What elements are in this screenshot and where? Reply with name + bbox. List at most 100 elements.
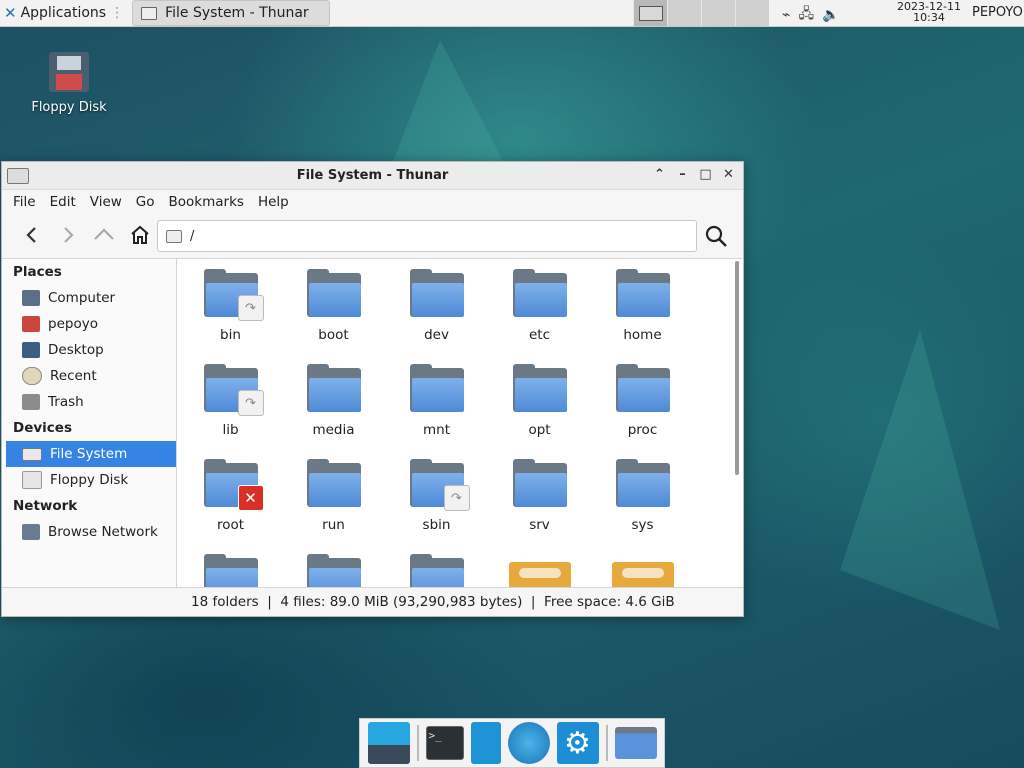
folder-icon xyxy=(512,364,567,412)
dock-separator xyxy=(416,725,419,761)
file-item[interactable]: sys xyxy=(591,459,694,533)
search-button[interactable] xyxy=(700,220,732,252)
sidebar-item-computer[interactable]: Computer xyxy=(2,285,176,311)
desktop-icon-floppy-disk[interactable]: Floppy Disk xyxy=(24,52,114,115)
file-item[interactable]: home xyxy=(591,269,694,343)
network-header: Network xyxy=(13,498,78,514)
network-icon[interactable]: 🖧 xyxy=(798,3,814,27)
folder-icon xyxy=(615,269,670,317)
back-button[interactable] xyxy=(14,217,50,253)
sidebar-item-pepoyo[interactable]: pepoyo xyxy=(2,311,176,337)
file-item[interactable] xyxy=(179,554,282,588)
trash-icon xyxy=(22,394,40,410)
shade-button[interactable]: ⌃ xyxy=(651,166,668,183)
window-titlebar[interactable]: File System - Thunar ⌃ – □ ✕ xyxy=(2,162,743,190)
menu-bar: File Edit View Go Bookmarks Help xyxy=(2,190,743,214)
file-item[interactable]: ↷ bin xyxy=(179,269,282,343)
folder-icon xyxy=(306,459,361,507)
workspace-3[interactable] xyxy=(701,0,735,26)
applications-label: Applications xyxy=(20,5,107,21)
window-body: Places Computer pepoyo Desktop Recent Tr… xyxy=(2,258,743,588)
desktop-icon xyxy=(22,342,40,358)
folder-icon[interactable] xyxy=(614,727,657,759)
drive-icon xyxy=(141,6,158,20)
workspace-2[interactable] xyxy=(667,0,701,26)
folder-icon xyxy=(306,554,361,588)
folder-icon xyxy=(615,364,670,412)
menu-file[interactable]: File xyxy=(6,194,43,210)
web-browser-icon[interactable] xyxy=(507,722,550,764)
menu-help[interactable]: Help xyxy=(251,194,296,210)
menu-go[interactable]: Go xyxy=(129,194,162,210)
file-item[interactable]: proc xyxy=(591,364,694,438)
workspace-1[interactable] xyxy=(633,0,667,26)
file-item[interactable]: ↷ sbin xyxy=(385,459,488,533)
file-item[interactable]: ✕ root xyxy=(179,459,282,533)
sidebar-item-label: Floppy Disk xyxy=(50,472,129,488)
symlink-emblem-icon: ↷ xyxy=(237,295,264,321)
up-button[interactable] xyxy=(86,217,122,253)
maximize-button[interactable]: □ xyxy=(697,166,714,183)
sidebar-item-label: File System xyxy=(50,446,128,462)
file-item[interactable]: srv xyxy=(488,459,591,533)
file-item[interactable]: media xyxy=(282,364,385,438)
file-item[interactable]: ↷ lib xyxy=(179,364,282,438)
folder-icon xyxy=(409,269,464,317)
applications-menu[interactable]: ✕ Applications ⋮ xyxy=(0,0,128,26)
folder-icon xyxy=(409,554,464,588)
file-item[interactable]: mnt xyxy=(385,364,488,438)
file-item[interactable]: run xyxy=(282,459,385,533)
package-icon xyxy=(508,562,571,588)
file-name: sys xyxy=(631,517,654,533)
back-arrow-icon xyxy=(26,227,36,243)
file-item[interactable] xyxy=(488,554,591,588)
status-text: 18 folders | 4 files: 89.0 MiB (93,290,9… xyxy=(191,594,675,610)
file-manager-icon[interactable] xyxy=(470,722,501,764)
folder-icon: ↷ xyxy=(203,364,264,416)
clock[interactable]: 2023-12-11 10:34 xyxy=(894,1,964,23)
file-item[interactable]: opt xyxy=(488,364,591,438)
sidebar-item-trash[interactable]: Trash xyxy=(2,389,176,415)
file-item[interactable] xyxy=(282,554,385,588)
menu-bookmarks[interactable]: Bookmarks xyxy=(162,194,251,210)
file-view[interactable]: ↷ bin boot dev etc home ↷ lib media mnt opt proc ✕ ro… xyxy=(177,259,743,588)
sidebar-item-floppy-disk[interactable]: Floppy Disk xyxy=(2,467,176,493)
volume-icon[interactable]: 🔈 xyxy=(822,7,839,23)
vertical-scrollbar[interactable] xyxy=(735,261,739,475)
taskbar-window-button[interactable]: File System - Thunar xyxy=(132,0,331,26)
file-item[interactable]: etc xyxy=(488,269,591,343)
sidebar-item-file-system[interactable]: File System xyxy=(6,441,176,467)
user-menu[interactable]: PEPOYO xyxy=(972,5,1023,20)
location-path: / xyxy=(190,228,195,244)
file-item[interactable] xyxy=(385,554,488,588)
home-button[interactable] xyxy=(122,217,158,253)
sidebar-item-desktop[interactable]: Desktop xyxy=(2,337,176,363)
forward-button[interactable] xyxy=(50,217,86,253)
sidebar-item-recent[interactable]: Recent xyxy=(2,363,176,389)
folder-icon xyxy=(203,554,258,588)
file-name: proc xyxy=(627,422,658,438)
minimize-button[interactable]: – xyxy=(674,166,691,183)
up-arrow-icon xyxy=(94,228,114,240)
menu-edit[interactable]: Edit xyxy=(43,194,83,210)
file-item[interactable]: dev xyxy=(385,269,488,343)
terminal-icon[interactable]: >_ xyxy=(425,726,464,760)
file-item[interactable] xyxy=(591,554,694,588)
usb-icon[interactable]: ⌁ xyxy=(782,7,790,23)
location-bar[interactable]: / xyxy=(157,220,697,252)
floppy-icon xyxy=(49,52,89,92)
menu-view[interactable]: View xyxy=(83,194,129,210)
workspace-4[interactable] xyxy=(735,0,769,26)
top-panel: ✕ Applications ⋮ File System - Thunar ⌁ … xyxy=(0,0,1024,27)
file-item[interactable]: boot xyxy=(282,269,385,343)
file-name: mnt xyxy=(423,422,450,438)
devices-header: Devices xyxy=(13,420,72,436)
settings-gear-icon[interactable]: ⚙ xyxy=(556,722,599,764)
symlink-emblem-icon: ↷ xyxy=(237,390,264,416)
folder-icon xyxy=(512,269,567,317)
sidebar-item-label: Computer xyxy=(48,290,116,306)
sidebar-item-browse-network[interactable]: Browse Network xyxy=(2,519,176,545)
show-desktop-icon[interactable] xyxy=(367,722,410,764)
dock-separator xyxy=(605,725,608,761)
close-button[interactable]: ✕ xyxy=(720,166,737,183)
